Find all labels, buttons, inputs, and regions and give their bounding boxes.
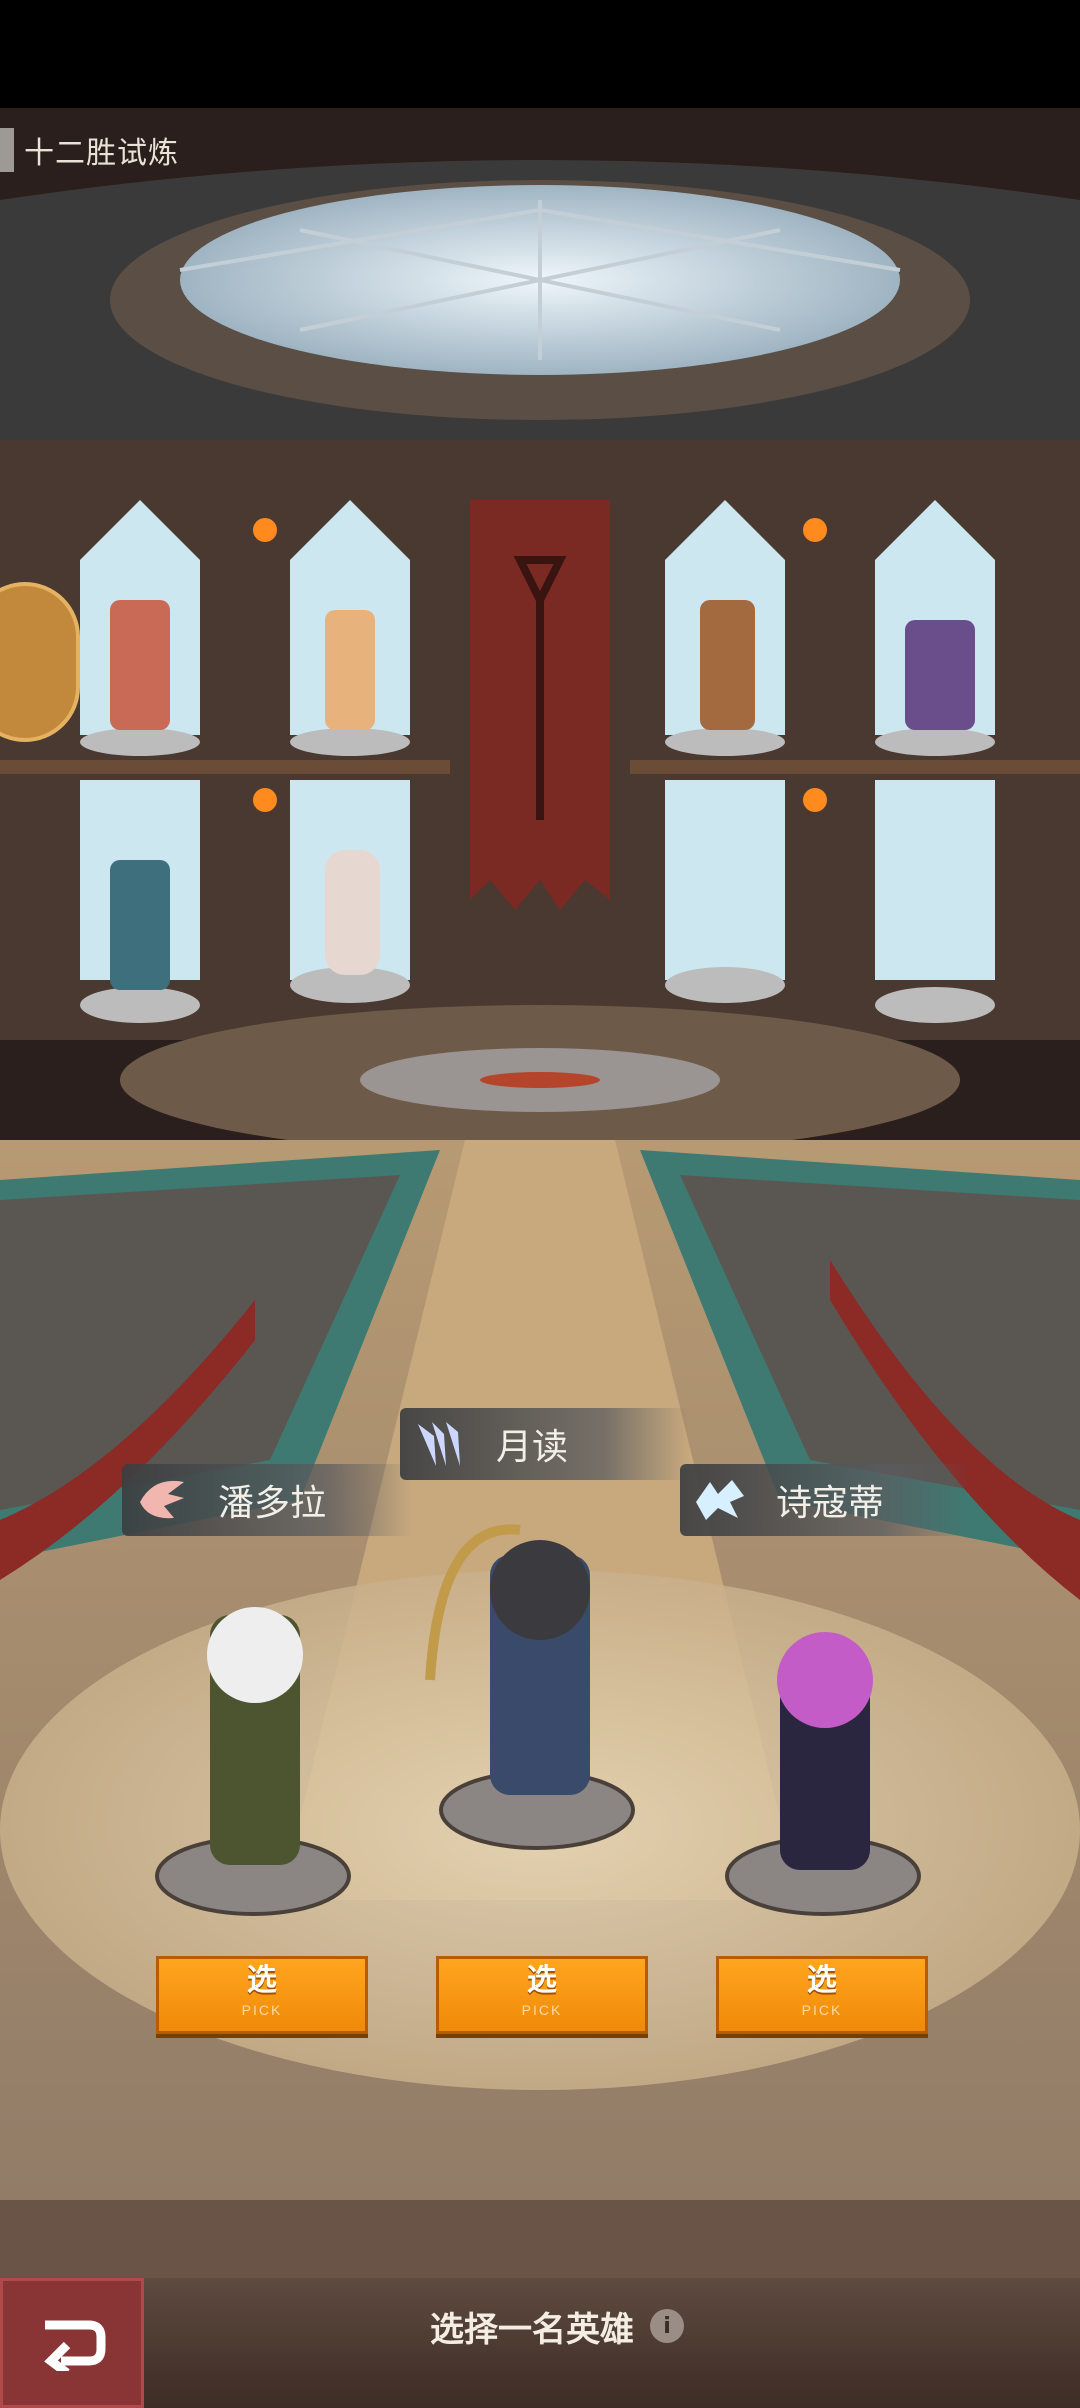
arena-background <box>0 0 1080 2278</box>
hero-name: 月读 <box>496 1427 569 1468</box>
pick-button-label: 选 <box>527 1963 557 1998</box>
pick-button-label: 选 <box>807 1963 837 1998</box>
hero-name-tag-2: 月读 <box>400 1408 690 1480</box>
title-accent-bar <box>0 128 14 172</box>
return-arrow-icon <box>44 2320 106 2371</box>
wing-emblem-icon <box>410 1414 470 1474</box>
pick-button-sublabel: PICK <box>241 2002 283 2018</box>
select-hero-text: 选择一名英雄 <box>430 2309 634 2350</box>
title-bar: 十二胜试炼 <box>0 124 179 176</box>
pick-button-hero-2[interactable]: 选 PICK <box>436 1956 648 2034</box>
hero-name: 潘多拉 <box>218 1483 327 1524</box>
pick-button-label: 选 <box>247 1963 277 1998</box>
pick-button-hero-3[interactable]: 选 PICK <box>716 1956 928 2034</box>
pick-button-sublabel: PICK <box>801 2002 843 2018</box>
wolf-emblem-icon <box>690 1470 750 1530</box>
pick-button-hero-1[interactable]: 选 PICK <box>156 1956 368 2034</box>
back-button[interactable] <box>0 2278 144 2408</box>
hero-name: 诗寇蒂 <box>776 1483 885 1524</box>
pick-button-sublabel: PICK <box>521 2002 563 2018</box>
side-badge-icon[interactable] <box>0 582 80 742</box>
info-icon[interactable]: i <box>650 2309 684 2343</box>
hero-name-tag-1: 潘多拉 <box>122 1464 412 1536</box>
hero-name-tag-3: 诗寇蒂 <box>680 1464 970 1536</box>
claw-emblem-icon <box>132 1470 192 1530</box>
page-title: 十二胜试炼 <box>24 136 179 171</box>
footer-prompt: 选择一名英雄 i <box>430 2300 684 2352</box>
